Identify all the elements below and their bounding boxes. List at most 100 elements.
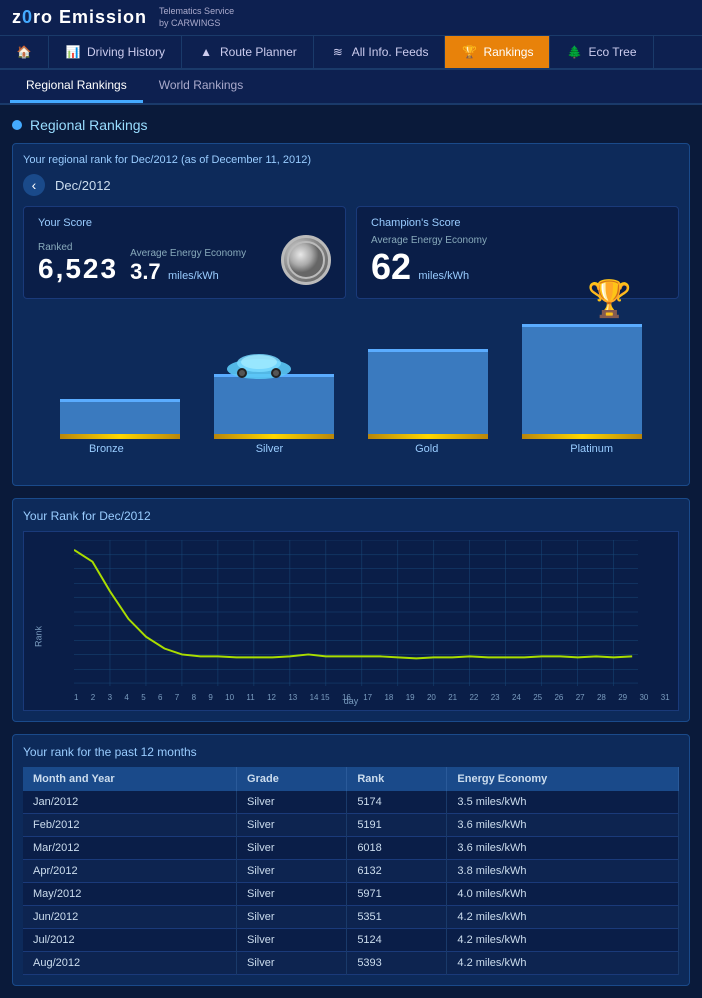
your-avg-value: 3.7 <box>130 259 161 284</box>
table-title: Your rank for the past 12 months <box>23 745 679 759</box>
history-table: Month and Year Grade Rank Energy Economy… <box>23 767 679 975</box>
table-row: Jan/2012Silver51743.5 miles/kWh <box>23 791 679 814</box>
champion-avg-unit: miles/kWh <box>418 270 469 282</box>
main-nav: 🏠 📊 Driving History ▲ Route Planner ≋ Al… <box>0 36 702 70</box>
your-avg-value-row: 3.7 miles/kWh <box>130 259 246 285</box>
sub-nav-regional[interactable]: Regional Rankings <box>10 70 143 103</box>
cell-grade: Silver <box>237 952 347 975</box>
table-body: Jan/2012Silver51743.5 miles/kWhFeb/2012S… <box>23 791 679 975</box>
rank-value: 6,523 <box>38 253 118 285</box>
section-dot <box>12 120 22 130</box>
table-row: Apr/2012Silver61323.8 miles/kWh <box>23 860 679 883</box>
nav-route-planner[interactable]: ▲ Route Planner <box>182 36 314 68</box>
cell-month: Apr/2012 <box>23 860 237 883</box>
cell-rank: 5393 <box>347 952 447 975</box>
table-row: Jul/2012Silver51244.2 miles/kWh <box>23 929 679 952</box>
app-tagline: Telematics Service by CARWINGS <box>159 6 234 29</box>
cell-rank: 5191 <box>347 814 447 837</box>
home-icon: 🏠 <box>16 44 32 60</box>
tier-bronze <box>60 399 180 439</box>
nav-rankings[interactable]: 🏆 Rankings <box>445 36 550 68</box>
cell-month: Feb/2012 <box>23 814 237 837</box>
silver-label: Silver <box>256 443 284 455</box>
silver-medal <box>281 235 331 285</box>
bronze-bar <box>60 399 180 439</box>
table-header-row: Month and Year Grade Rank Energy Economy <box>23 767 679 791</box>
car-icon <box>224 349 294 379</box>
nav-home[interactable]: 🏠 <box>0 36 49 68</box>
cell-economy: 4.2 miles/kWh <box>447 952 679 975</box>
cell-month: Mar/2012 <box>23 837 237 860</box>
platinum-stripe <box>522 434 642 439</box>
logo-zero: 0 <box>22 7 33 27</box>
col-grade: Grade <box>237 767 347 791</box>
cell-grade: Silver <box>237 883 347 906</box>
feed-icon: ≋ <box>330 44 346 60</box>
your-avg-label: Average Energy Economy <box>130 248 246 259</box>
your-avg-unit: miles/kWh <box>168 270 219 282</box>
month-nav: ‹ Dec/2012 <box>23 174 679 196</box>
cell-month: Jul/2012 <box>23 929 237 952</box>
tree-icon: 🌲 <box>566 44 582 60</box>
col-rank: Rank <box>347 767 447 791</box>
tier-gold <box>368 349 488 439</box>
silver-bar <box>214 374 334 439</box>
cell-rank: 5124 <box>347 929 447 952</box>
line-chart-container: Rank day <box>23 531 679 711</box>
cell-rank: 5351 <box>347 906 447 929</box>
score-row: Your Score Ranked 6,523 Average Energy E… <box>23 206 679 299</box>
cell-grade: Silver <box>237 814 347 837</box>
cell-month: Aug/2012 <box>23 952 237 975</box>
platinum-label: Platinum <box>570 443 613 455</box>
page-title: Regional Rankings <box>12 117 690 133</box>
tier-platinum: 🏆 <box>522 324 642 439</box>
silver-stripe <box>214 434 334 439</box>
your-score-inline: Ranked 6,523 Average Energy Economy 3.7 … <box>38 235 331 285</box>
col-economy: Energy Economy <box>447 767 679 791</box>
rank-panel: Your regional rank for Dec/2012 (as of D… <box>12 143 690 486</box>
month-label: Dec/2012 <box>55 178 111 193</box>
gold-stripe <box>368 434 488 439</box>
table-row: Jun/2012Silver53514.2 miles/kWh <box>23 906 679 929</box>
cell-economy: 3.5 miles/kWh <box>447 791 679 814</box>
history-table-section: Your rank for the past 12 months Month a… <box>12 734 690 986</box>
y-axis-title: Rank <box>34 626 44 647</box>
bronze-label: Bronze <box>89 443 124 455</box>
nav-eco-tree[interactable]: 🌲 Eco Tree <box>550 36 653 68</box>
nav-driving-history[interactable]: 📊 Driving History <box>49 36 182 68</box>
app-header: z0ro Emission Telematics Service by CARW… <box>0 0 702 36</box>
your-score-title: Your Score <box>38 217 331 229</box>
nav-all-info[interactable]: ≋ All Info. Feeds <box>314 36 446 68</box>
table-row: Aug/2012Silver53934.2 miles/kWh <box>23 952 679 975</box>
trophy-nav-icon: 🏆 <box>461 44 477 60</box>
cell-rank: 5971 <box>347 883 447 906</box>
route-icon: ▲ <box>198 44 214 60</box>
app-logo: z0ro Emission <box>12 7 147 28</box>
cell-grade: Silver <box>237 929 347 952</box>
col-month: Month and Year <box>23 767 237 791</box>
cell-economy: 4.2 miles/kWh <box>447 929 679 952</box>
rank-chart-section: Your Rank for Dec/2012 Rank day <box>12 498 690 722</box>
cell-economy: 4.2 miles/kWh <box>447 906 679 929</box>
table-row: Feb/2012Silver51913.6 miles/kWh <box>23 814 679 837</box>
tier-silver <box>214 374 334 439</box>
gold-bar <box>368 349 488 439</box>
gold-label: Gold <box>415 443 438 455</box>
cell-rank: 6018 <box>347 837 447 860</box>
your-score-box: Your Score Ranked 6,523 Average Energy E… <box>23 206 346 299</box>
cell-rank: 6132 <box>347 860 447 883</box>
cell-economy: 3.8 miles/kWh <box>447 860 679 883</box>
champion-score-title: Champion's Score <box>371 217 664 229</box>
sub-nav-world[interactable]: World Rankings <box>143 70 259 103</box>
chart-icon: 📊 <box>65 44 81 60</box>
champion-avg-value: 62 <box>371 246 411 287</box>
table-row: Mar/2012Silver60183.6 miles/kWh <box>23 837 679 860</box>
tier-labels: Bronze Silver Gold Platinum <box>23 443 679 455</box>
month-prev-button[interactable]: ‹ <box>23 174 45 196</box>
cell-grade: Silver <box>237 791 347 814</box>
cell-grade: Silver <box>237 837 347 860</box>
cell-month: Jan/2012 <box>23 791 237 814</box>
x-tick-labels: 1 2 3 4 5 6 7 8 9 10 11 12 13 14 15 16 1… <box>74 693 670 702</box>
tier-chart-container: 🏆 Bronze Silver Gold Platinum <box>23 309 679 475</box>
sub-nav: Regional Rankings World Rankings <box>0 70 702 105</box>
